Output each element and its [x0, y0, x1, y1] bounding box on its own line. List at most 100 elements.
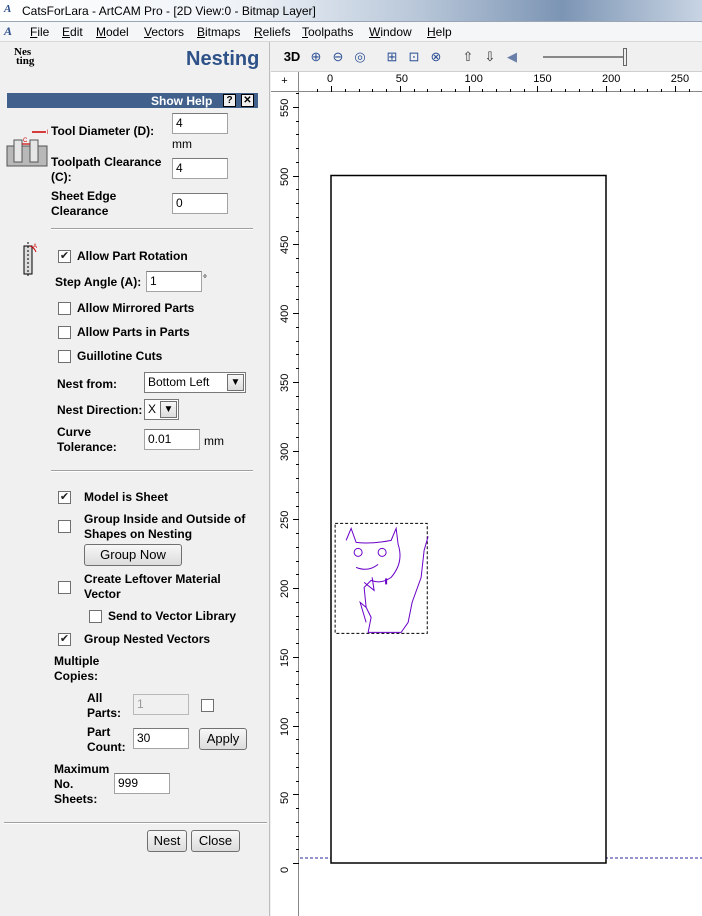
step-angle-input[interactable]: 1: [146, 271, 202, 292]
tool-diameter-input[interactable]: 4: [172, 113, 228, 134]
ruler-minor-tick: [344, 89, 346, 92]
curve-tolerance-unit: mm: [204, 434, 224, 448]
material-sheet[interactable]: [330, 174, 607, 864]
show-help-label[interactable]: Show Help: [151, 94, 212, 108]
menu-item-label: elp: [435, 25, 452, 39]
ruler-minor-tick: [296, 271, 299, 273]
nest-direction-select[interactable]: X ▼: [144, 399, 179, 420]
sheet-edge-label-2: Clearance: [51, 204, 109, 218]
ruler-minor-tick: [661, 89, 662, 92]
ruler-minor-tick: [296, 615, 299, 617]
artcam-app-icon[interactable]: A: [4, 3, 18, 17]
group-inside-checkbox[interactable]: [58, 520, 71, 533]
curve-tolerance-label-2: Tolerance:: [57, 440, 117, 454]
toolpath-clearance-input[interactable]: 4: [172, 158, 228, 179]
close-help-button[interactable]: ✕: [241, 94, 254, 107]
menu-item-help[interactable]: Help: [427, 25, 452, 39]
chevron-down-icon[interactable]: ▼: [227, 374, 244, 391]
divider: [4, 822, 267, 824]
ruler-minor-tick: [296, 216, 299, 218]
menu-item-vectors[interactable]: Vectors: [144, 25, 184, 39]
ruler-minor-tick: [482, 89, 484, 92]
leftover-material-checkbox[interactable]: [58, 581, 71, 594]
toolpath-clearance-label-2: (C):: [51, 170, 72, 184]
multiple-copies-label-2: Copies:: [54, 669, 99, 683]
zoom-all-icon[interactable]: ⊗: [427, 48, 445, 66]
apply-button[interactable]: Apply: [199, 728, 247, 750]
ruler-minor-tick: [296, 230, 299, 232]
zoom-box-icon[interactable]: ⊡: [405, 48, 423, 66]
nest-from-select[interactable]: Bottom Left ▼: [144, 372, 246, 393]
max-sheets-input[interactable]: 999: [114, 773, 170, 794]
sheet-edge-input[interactable]: 0: [172, 193, 228, 214]
ruler-minor-tick: [296, 808, 299, 809]
allow-rotation-checkbox[interactable]: ✔: [58, 250, 71, 263]
ruler-minor-tick: [606, 89, 607, 92]
toolpath-clearance-label-1: Toolpath Clearance: [51, 155, 162, 169]
ruler-minor-tick: [296, 313, 299, 314]
send-vector-library-checkbox[interactable]: [89, 610, 102, 623]
allow-mirrored-checkbox[interactable]: [58, 302, 71, 315]
3d-view-button[interactable]: 3D: [283, 48, 301, 66]
layer-up-icon[interactable]: ⇧: [459, 48, 477, 66]
menu-item-model[interactable]: Model: [96, 25, 129, 39]
menu-item-toolpaths[interactable]: Toolpaths: [302, 25, 353, 39]
divider: [51, 470, 253, 472]
toggle-view-icon[interactable]: ◀: [503, 48, 521, 66]
menu-item-file[interactable]: File: [30, 25, 49, 39]
curve-tolerance-input[interactable]: 0.01: [144, 429, 200, 450]
ruler-minor-tick: [296, 161, 299, 163]
nest-button[interactable]: Nest: [147, 830, 187, 852]
group-now-button[interactable]: Group Now: [84, 544, 182, 566]
ruler-minor-tick: [592, 89, 594, 92]
menu-item-label: eliefs: [262, 25, 291, 39]
guillotine-checkbox[interactable]: [58, 350, 71, 363]
chevron-down-icon[interactable]: ▼: [160, 401, 177, 418]
tool-diameter-unit: mm: [172, 137, 192, 151]
zoom-in-icon[interactable]: ⊕: [307, 48, 325, 66]
menu-item-window[interactable]: Window: [369, 25, 412, 39]
zoom-previous-icon[interactable]: ◎: [351, 48, 369, 66]
menu-item-bitmaps[interactable]: Bitmaps: [197, 25, 240, 39]
guillotine-label: Guillotine Cuts: [77, 349, 163, 363]
menu-item-label: indow: [380, 25, 412, 39]
ruler-label-x: 200: [602, 73, 621, 85]
ruler-label-y: 150: [279, 648, 291, 667]
ruler-corner-icon[interactable]: +: [271, 72, 299, 92]
horizontal-ruler: 0 50 100 150 200 250: [299, 72, 702, 92]
ruler-minor-tick: [296, 656, 299, 658]
max-sheets-label-2: No.: [54, 777, 74, 791]
document-menu-icon[interactable]: A: [4, 24, 12, 39]
slider-thumb[interactable]: [623, 48, 627, 66]
help-button[interactable]: ?: [223, 94, 236, 107]
ruler-minor-tick: [296, 93, 299, 94]
ruler-minor-tick: [296, 725, 299, 727]
group-nested-vectors-label: Group Nested Vectors: [84, 632, 211, 646]
brightness-slider[interactable]: [543, 56, 623, 58]
part-count-input[interactable]: 30: [133, 728, 189, 749]
group-nested-vectors-checkbox[interactable]: ✔: [58, 633, 71, 646]
leftover-material-label-2: Vector: [84, 587, 121, 601]
zoom-out-icon[interactable]: ⊖: [329, 48, 347, 66]
menu-item-reliefs[interactable]: Reliefs: [254, 25, 291, 39]
ruler-minor-tick: [688, 89, 690, 92]
drawing-canvas[interactable]: [300, 93, 702, 916]
menu-item-edit[interactable]: Edit: [62, 25, 83, 39]
allow-parts-in-parts-checkbox[interactable]: [58, 326, 71, 339]
ruler-minor-tick: [296, 780, 299, 782]
all-parts-input[interactable]: 1: [133, 694, 189, 715]
all-parts-checkbox[interactable]: [201, 699, 214, 712]
ruler-minor-tick: [296, 684, 299, 686]
ruler-label-x: 100: [464, 73, 483, 85]
nest-from-label: Nest from:: [57, 377, 118, 391]
ruler-minor-tick: [296, 244, 299, 246]
close-button[interactable]: Close: [191, 830, 240, 852]
layer-down-icon[interactable]: ⇩: [481, 48, 499, 66]
ruler-minor-tick: [537, 89, 539, 92]
ruler-label-y: 350: [279, 373, 291, 392]
show-help-bar[interactable]: Show Help ? ✕: [7, 93, 258, 108]
model-is-sheet-checkbox[interactable]: ✔: [58, 491, 71, 504]
ruler-minor-tick: [296, 766, 299, 768]
menu-item-accelerator: H: [427, 25, 436, 39]
zoom-fit-icon[interactable]: ⊞: [383, 48, 401, 66]
